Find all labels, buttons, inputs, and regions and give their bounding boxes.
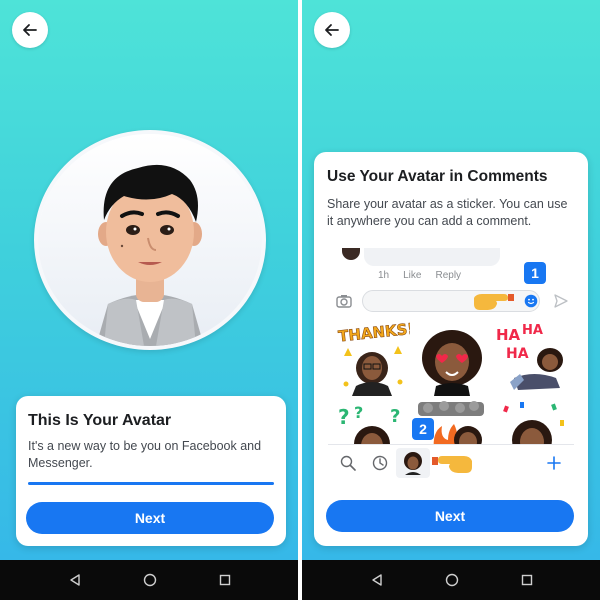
avatar-image xyxy=(34,130,266,350)
android-navbar xyxy=(0,560,600,600)
navbar-left xyxy=(0,560,298,600)
nav-home-button[interactable] xyxy=(140,570,160,590)
home-circle-icon xyxy=(445,573,459,587)
home-circle-icon xyxy=(143,573,157,587)
send-icon xyxy=(554,294,568,308)
comments-card: Use Your Avatar in Comments Share your a… xyxy=(314,152,588,546)
intro-card: This Is Your Avatar It's a new way to be… xyxy=(16,396,286,546)
left-screen: This Is Your Avatar It's a new way to be… xyxy=(0,0,298,560)
like-link: Like xyxy=(403,270,422,281)
svg-text:HA: HA xyxy=(522,323,543,338)
sticker-haha: HA HA HA xyxy=(496,323,563,390)
camera-icon xyxy=(336,295,352,308)
smiley-icon xyxy=(524,294,538,308)
pointing-hand-icon xyxy=(432,456,472,473)
nav-home-button[interactable] xyxy=(442,570,462,590)
sticker-heart-eyes xyxy=(422,330,482,396)
nav-recents-button[interactable] xyxy=(517,570,537,590)
nav-recents-button[interactable] xyxy=(215,570,235,590)
next-button[interactable]: Next xyxy=(326,500,574,532)
back-button[interactable] xyxy=(314,12,350,48)
plus-icon xyxy=(547,456,561,470)
pointing-hand-icon xyxy=(474,294,514,310)
tray-add[interactable] xyxy=(542,451,566,475)
recents-square-icon xyxy=(521,574,533,586)
search-icon xyxy=(340,455,356,471)
back-triangle-icon xyxy=(372,574,382,586)
clock-icon xyxy=(372,455,388,471)
next-button[interactable]: Next xyxy=(26,502,274,534)
svg-text:?: ? xyxy=(354,403,363,422)
comment-meta: 1h Like Reply xyxy=(378,270,461,281)
right-screen: Use Your Avatar in Comments Share your a… xyxy=(302,0,600,560)
arrow-left-icon xyxy=(23,24,37,36)
tray-search[interactable] xyxy=(336,451,360,475)
comment-bubble xyxy=(364,248,500,266)
commenter-avatar xyxy=(342,248,360,260)
step-badge-2: 2 xyxy=(412,418,434,440)
tray-recent[interactable] xyxy=(368,451,392,475)
reply-link: Reply xyxy=(435,270,462,281)
step-badge-1: 1 xyxy=(524,262,546,284)
sticker-thanks: THANKS! xyxy=(337,320,410,396)
avatar-sticker-icon xyxy=(404,452,422,475)
svg-text:?: ? xyxy=(338,405,350,429)
recents-square-icon xyxy=(219,574,231,586)
progress-fill xyxy=(28,482,274,485)
progress-bar xyxy=(28,482,274,485)
nav-back-button[interactable] xyxy=(367,570,387,590)
comment-illustration: 1h Like Reply 1 THANKS! HA HA HA ? ? ? 2 xyxy=(328,248,574,480)
svg-text:THANKS!: THANKS! xyxy=(337,320,410,345)
svg-text:?: ? xyxy=(390,406,400,427)
card-title: This Is Your Avatar xyxy=(28,412,172,429)
haha-text-1: HA xyxy=(496,326,521,344)
card-description: Share your avatar as a sticker. You can … xyxy=(327,197,568,228)
arrow-left-icon xyxy=(325,24,339,36)
navbar-right xyxy=(302,560,600,600)
back-triangle-icon xyxy=(70,574,80,586)
card-description: It's a new way to be you on Facebook and… xyxy=(28,439,262,470)
svg-text:HA: HA xyxy=(506,346,529,362)
tray-avatar-tab[interactable] xyxy=(396,448,430,478)
comment-time: 1h xyxy=(378,270,390,281)
sticker-tray xyxy=(328,444,574,480)
back-button[interactable] xyxy=(12,12,48,48)
card-title: Use Your Avatar in Comments xyxy=(327,168,548,185)
nav-back-button[interactable] xyxy=(65,570,85,590)
compose-row xyxy=(328,288,574,314)
